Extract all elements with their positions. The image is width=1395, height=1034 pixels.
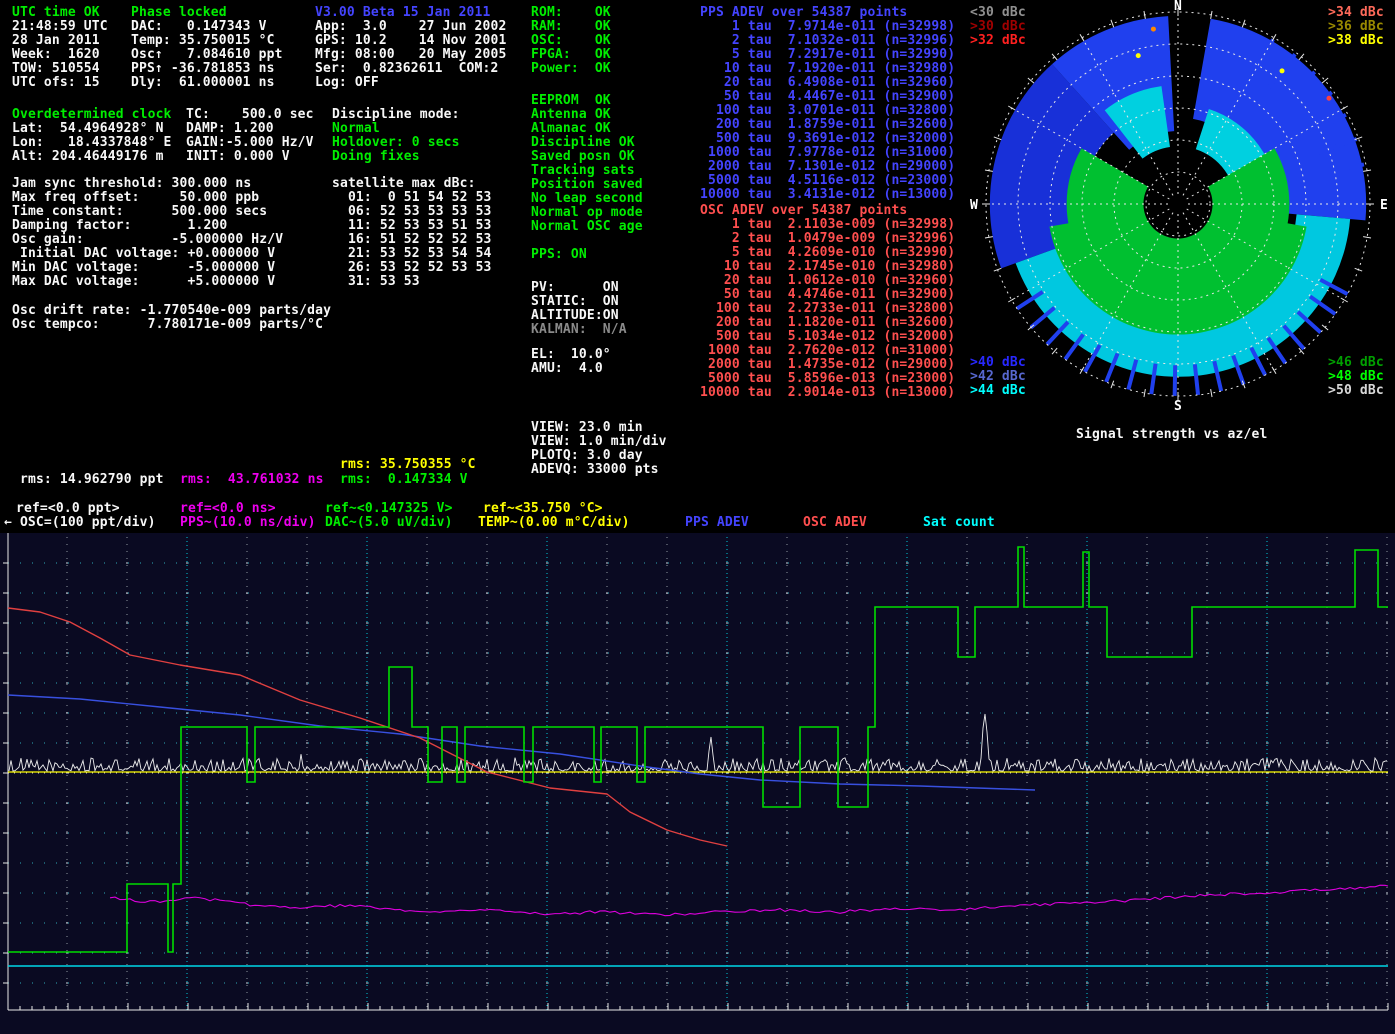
rms-pps: rms: 43.761032 ns [180,473,324,487]
ref-osc: ref=<0.0 ppt> [16,502,120,516]
pps-state: PPS: ON [531,248,587,262]
kalman-state: KALMAN: N/A [531,323,627,337]
scale-dac: DAC~(5.0 uV/div) [325,516,453,530]
osc-drift-lines: Osc drift rate: -1.770540e-009 parts/day… [12,304,331,332]
filter-states: PV: ON STATIC: ON ALTITUDE:ON [531,281,619,323]
plot-area[interactable] [0,533,1395,1034]
pps-adev-table: 1 tau 7.9714e-011 (n=32998) 2 tau 7.1032… [700,20,955,202]
loop-params: TC: 500.0 sec DAMP: 1.200 GAIN:-5.000 Hz… [186,108,314,164]
satmax-table: 01: 0 51 54 52 53 06: 52 53 53 53 53 11:… [332,191,492,289]
rms-osc: rms: 14.962790 ppt [20,473,164,487]
version-lines: App: 3.0 27 Jun 2002 GPS: 10.2 14 Nov 20… [315,20,506,90]
osc-adev-header: OSC ADEV over 54387 points [700,204,907,218]
ref-dac: ref~<0.147325 V> [325,502,453,516]
legend-osc-adev: OSC ADEV [803,516,867,530]
legend-sat-count: Sat count [923,516,995,530]
gps-selftest-status: ROM: OK RAM: OK OSC: OK FPGA: OK Power: … [531,6,611,76]
scale-pps: PPS~(10.0 ns/div) [180,516,316,530]
position-lines: Lat: 54.4964928° N Lon: 18.4337848° E Al… [12,122,172,164]
ref-temp: ref~<35.750 °C> [483,502,603,516]
scale-osc: ← OSC=(100 ppt/div) [4,516,156,530]
jam-sync-params: Jam sync threshold: 300.000 ns Max freq … [12,177,283,289]
svg-text:S: S [1174,399,1182,414]
phase-lock-lines: DAC: 0.147343 V Temp: 35.750015 °C Osc↑ … [131,20,283,90]
scale-temp: TEMP~(0.00 m°C/div) [478,516,630,530]
clock-mode-header: Overdetermined clock [12,108,172,122]
osc-adev-table: 1 tau 2.1103e-009 (n=32998) 2 tau 1.0479… [700,218,955,400]
az-el-signal-map: N S E W [960,0,1392,424]
discipline-lines: Normal Holdover: 0 secs Doing fixes [332,122,460,164]
svg-text:E: E [1380,198,1388,213]
ref-pps: ref=<0.0 ns> [180,502,276,516]
lady-heather-window: { "colors": { "green":"#00ee00","white":… [0,0,1395,1034]
rms-dac: rms: 0.147334 V [340,473,468,487]
utc-status-lines: 21:48:59 UTC 28 Jan 2011 Week: 1620 TOW:… [12,20,108,90]
receiver-status: EEPROM OK Antenna OK Almanac OK Discipli… [531,94,643,234]
phase-lock-header: Phase locked [131,6,227,20]
svg-text:W: W [970,198,978,213]
rms-temp: rms: 35.750355 °C [340,458,476,472]
utc-status-header: UTC time OK [12,6,100,20]
view-settings: VIEW: 23.0 min VIEW: 1.0 min/div PLOTQ: … [531,421,667,477]
polar-caption: Signal strength vs az/el [1076,428,1267,442]
legend-pps-adev: PPS ADEV [685,516,749,530]
elevation-mask: EL: 10.0° AMU: 4.0 [531,348,611,376]
satmax-header: satellite max dBc: [332,177,476,191]
version-header: V3.00 Beta 15 Jan 2011 [315,6,491,20]
discipline-header: Discipline mode: [332,108,460,122]
pps-adev-header: PPS ADEV over 54387 points [700,6,907,20]
svg-text:N: N [1174,0,1182,14]
